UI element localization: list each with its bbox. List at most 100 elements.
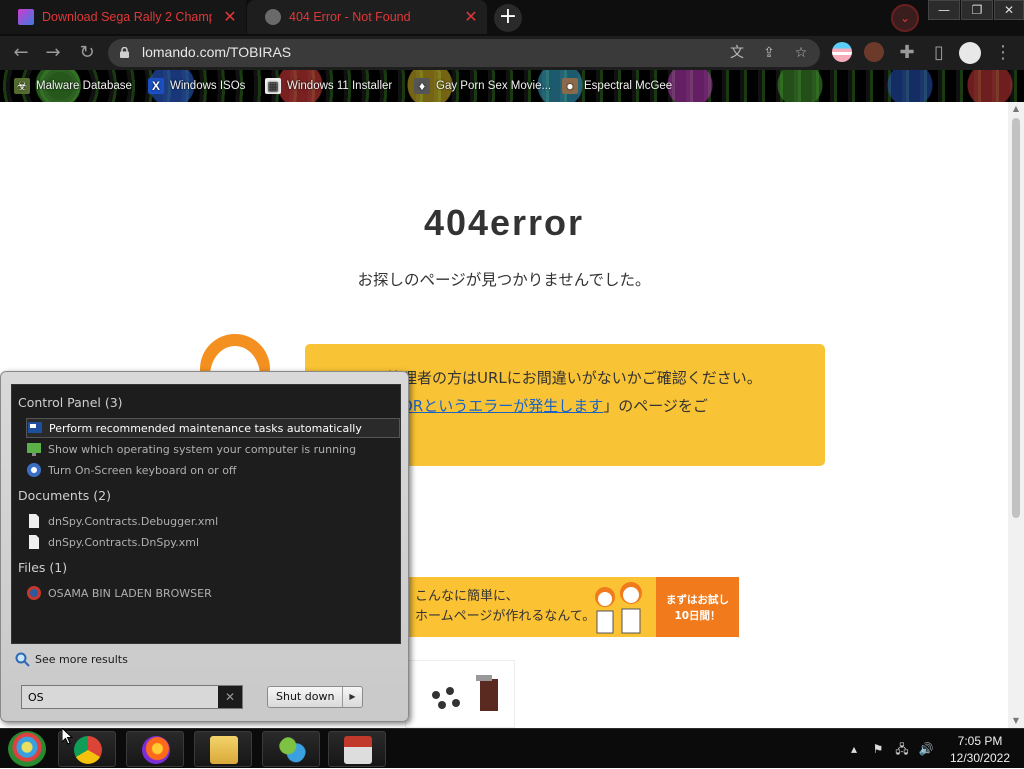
taskbar-explorer[interactable]: [194, 731, 252, 767]
start-search-box[interactable]: ✕: [21, 685, 243, 709]
result-show-os[interactable]: Show which operating system your compute…: [26, 439, 400, 459]
sega-rally-icon: [344, 736, 372, 764]
windows-icon: ▦: [265, 78, 281, 94]
tab-sega-rally[interactable]: Download Sega Rally 2 Championship ✕: [0, 0, 246, 34]
result-browser-file[interactable]: OSAMA BIN LADEN BROWSER: [26, 583, 400, 603]
search-icon: [15, 652, 30, 667]
banner-illustration: [595, 582, 642, 634]
search-results-panel: Control Panel (3) Perform recommended ma…: [11, 384, 401, 644]
tab-title: Download Sega Rally 2 Championship: [42, 10, 212, 24]
new-tab-button[interactable]: +: [494, 4, 522, 32]
notice-text: 」のページをご: [603, 397, 708, 415]
group-heading-files[interactable]: Files (1): [18, 560, 67, 575]
extension-flag-icon[interactable]: [832, 42, 852, 62]
result-label: dnSpy.Contracts.DnSpy.xml: [48, 535, 200, 549]
bookmark-label: Gay Porn Sex Movie...: [436, 80, 552, 92]
extension-avatar-icon[interactable]: [864, 42, 884, 62]
tab-close-icon[interactable]: ✕: [463, 9, 479, 25]
taskbar-sega-rally[interactable]: [328, 731, 386, 767]
lock-icon[interactable]: [120, 47, 129, 58]
system-tray: ▴ ⚑ 🖧 🔊: [846, 729, 946, 769]
tab-close-icon[interactable]: ✕: [222, 9, 238, 25]
clock-time[interactable]: 7:05 PM: [940, 734, 1020, 748]
site-icon: ●: [562, 78, 578, 94]
page-subtitle: お探しのページが見つかりませんでした。: [357, 271, 651, 289]
translate-icon[interactable]: 文: [728, 44, 746, 62]
address-bar[interactable]: lomando.com/TOBIRAS 文 ⇪ ☆: [108, 39, 820, 67]
site-icon: ♦: [414, 78, 430, 94]
mouse-cursor-icon: [62, 728, 74, 745]
group-heading-documents[interactable]: Documents (2): [18, 488, 111, 503]
reload-icon[interactable]: ↻: [76, 42, 98, 64]
start-button[interactable]: [8, 731, 46, 767]
clock-date[interactable]: 12/30/2022: [940, 751, 1020, 765]
maximize-button[interactable]: ❐: [961, 0, 993, 20]
share-icon[interactable]: ⇪: [760, 44, 778, 62]
tab-search-chevron-icon[interactable]: ⌄: [891, 4, 919, 32]
volume-icon[interactable]: 🔊: [918, 741, 934, 757]
banner-line: ホームページが作れるなんて。: [415, 609, 596, 624]
shutdown-options-arrow-icon[interactable]: ▶: [342, 687, 362, 707]
see-more-results-link[interactable]: See more results: [15, 652, 128, 667]
browser-titlebar: Download Sega Rally 2 Championship ✕ 404…: [0, 0, 1024, 36]
see-more-label: See more results: [35, 653, 128, 666]
minimize-button[interactable]: —: [928, 0, 960, 20]
bookmark-label: Malware Database: [36, 80, 132, 92]
result-onscreen-keyboard[interactable]: Turn On-Screen keyboard on or off: [26, 460, 400, 480]
bookmark-windows-isos[interactable]: X Windows ISOs: [148, 76, 245, 96]
shutdown-label: Shut down: [276, 690, 335, 703]
banner-line: こんなに簡単に、: [415, 589, 519, 604]
back-arrow-icon[interactable]: ←: [10, 42, 32, 64]
action-center-icon: [28, 422, 42, 433]
side-panel-icon[interactable]: ▯: [928, 42, 950, 64]
url-text[interactable]: lomando.com/TOBIRAS: [142, 44, 291, 60]
bookmark-star-icon[interactable]: ☆: [792, 44, 810, 62]
x-icon: X: [148, 78, 164, 94]
show-hidden-icons-icon[interactable]: ▴: [846, 741, 862, 757]
bookmark-windows-11-installer[interactable]: ▦ Windows 11 Installer: [265, 76, 392, 96]
network-icon[interactable]: 🖧: [894, 741, 910, 757]
chrome-icon: [74, 736, 102, 764]
sega-favicon-icon: [18, 9, 34, 25]
bookmarks-bar: ☣ Malware Database X Windows ISOs ▦ Wind…: [0, 70, 1024, 102]
start-menu: Control Panel (3) Perform recommended ma…: [0, 371, 409, 722]
ease-of-access-icon: [27, 463, 41, 477]
action-center-flag-icon[interactable]: ⚑: [870, 741, 886, 757]
close-window-button[interactable]: ✕: [994, 0, 1024, 20]
bookmark-movie-site[interactable]: ♦ Gay Porn Sex Movie...: [414, 76, 551, 96]
taskbar-messenger[interactable]: [262, 731, 320, 767]
scroll-up-arrow-icon[interactable]: ▲: [1008, 102, 1024, 116]
menu-kebab-icon[interactable]: ⋮: [992, 42, 1014, 64]
result-label: Show which operating system your compute…: [48, 442, 357, 456]
scroll-thumb[interactable]: [1012, 118, 1020, 518]
result-label: dnSpy.Contracts.Debugger.xml: [48, 514, 219, 528]
result-dnspy-xml[interactable]: dnSpy.Contracts.DnSpy.xml: [26, 532, 400, 552]
banner-cta-button[interactable]: まずはお試し 10日間！: [656, 577, 739, 637]
extensions-puzzle-icon[interactable]: ✚: [896, 42, 918, 64]
bookmark-espectral-mcgee[interactable]: ● Espectral McGee: [562, 76, 672, 96]
profile-avatar-icon[interactable]: [959, 42, 981, 64]
result-label: Perform recommended maintenance tasks au…: [49, 421, 362, 435]
start-search-input[interactable]: [22, 686, 218, 708]
result-debugger-xml[interactable]: dnSpy.Contracts.Debugger.xml: [26, 511, 400, 531]
result-label: OSAMA BIN LADEN BROWSER: [48, 586, 212, 600]
shutdown-button[interactable]: Shut down ▶: [267, 686, 363, 708]
banner-cta-line: 10日間！: [674, 610, 721, 622]
result-maintenance-tasks[interactable]: Perform recommended maintenance tasks au…: [26, 418, 400, 438]
app-shortcut-icon: [27, 586, 41, 600]
forward-arrow-icon[interactable]: →: [42, 42, 64, 64]
page-scrollbar[interactable]: ▲ ▼: [1008, 102, 1024, 728]
tab-404-error[interactable]: 404 Error - Not Found ✕: [247, 0, 487, 34]
ad-banner[interactable]: こんなに簡単に、 ホームページが作れるなんて。 まずはお試し 10日間！: [405, 577, 739, 637]
group-heading-control-panel[interactable]: Control Panel (3): [18, 395, 123, 410]
taskbar: ▴ ⚑ 🖧 🔊 7:05 PM 12/30/2022: [0, 728, 1024, 768]
bookmark-malware-database[interactable]: ☣ Malware Database: [14, 76, 132, 96]
system-monitor-icon: [27, 443, 41, 456]
bookmark-label: Windows 11 Installer: [287, 80, 393, 92]
scroll-down-arrow-icon[interactable]: ▼: [1008, 714, 1024, 728]
taskbar-firefox[interactable]: [126, 731, 184, 767]
clear-search-icon[interactable]: ✕: [218, 686, 242, 708]
page-title: 404error: [423, 202, 585, 243]
banner-cta-line: まずはお試し: [666, 594, 729, 606]
document-icon: [29, 514, 39, 528]
